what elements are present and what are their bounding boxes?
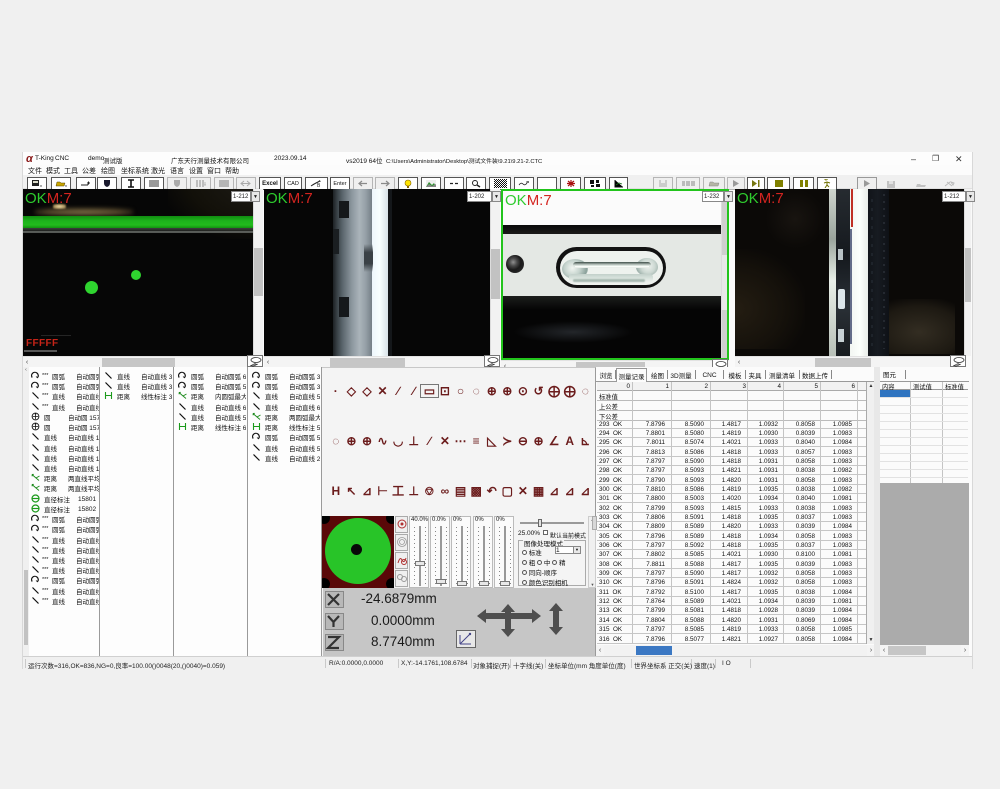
svg-text:B: B: [317, 183, 321, 188]
